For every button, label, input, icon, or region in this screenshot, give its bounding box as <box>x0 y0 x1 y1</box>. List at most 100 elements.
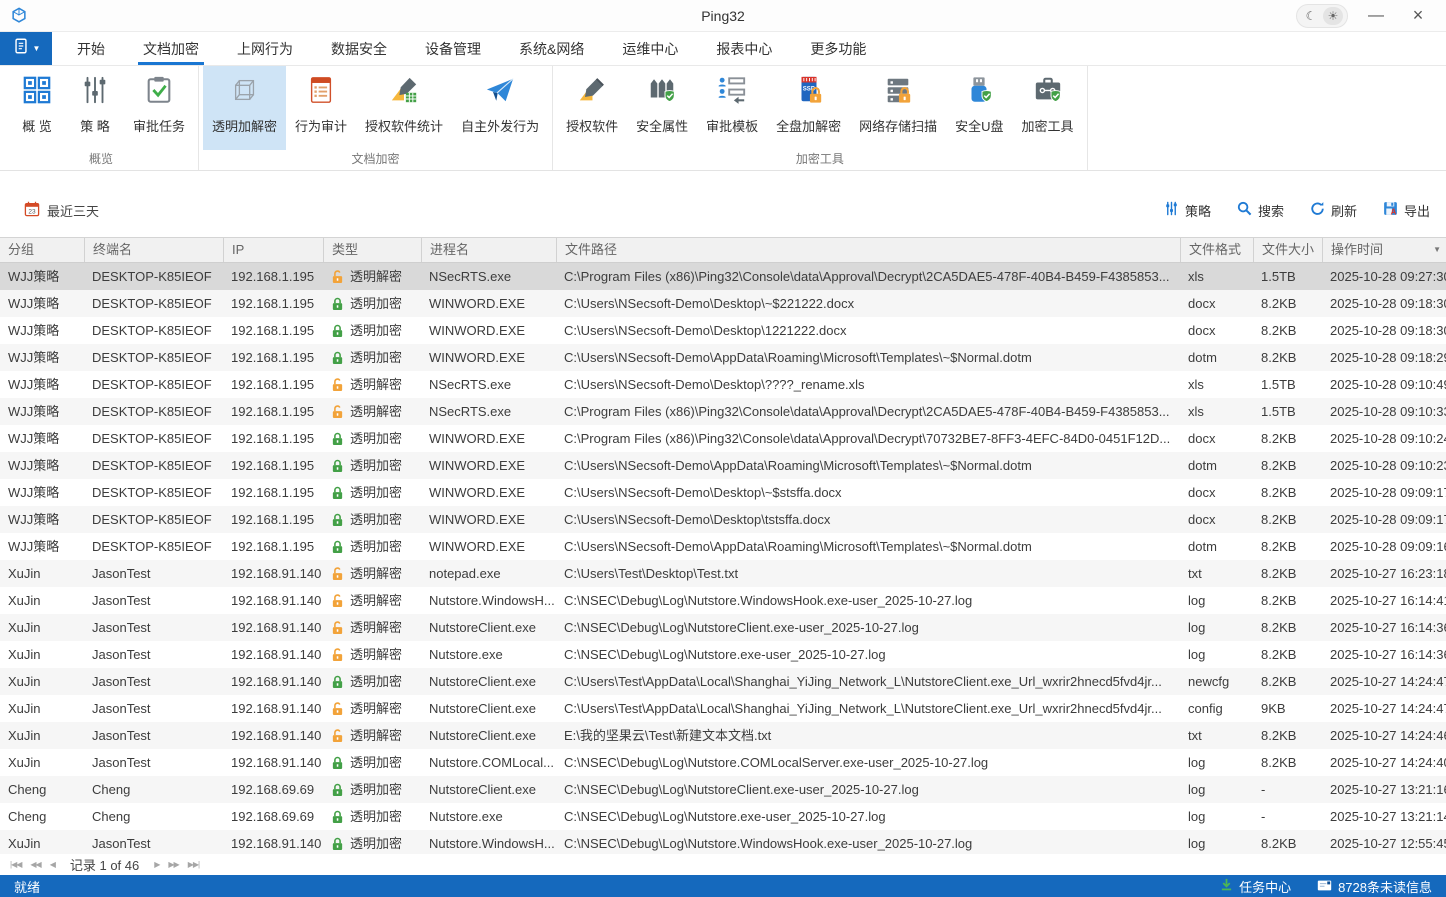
cell-format: log <box>1180 641 1253 668</box>
app-menu-icon <box>12 37 30 60</box>
cell-terminal: DESKTOP-K85IEOF <box>84 344 223 371</box>
cell-path: C:\NSEC\Debug\Log\Nutstore.WindowsHook.e… <box>556 587 1180 614</box>
type-label: 透明解密 <box>350 587 402 614</box>
table-body: WJJ策略DESKTOP-K85IEOF192.168.1.195透明解密NSe… <box>0 263 1446 854</box>
task-center-button[interactable]: 任务中心 <box>1220 877 1291 896</box>
table-row[interactable]: ChengCheng192.168.69.69透明加密Nutstore.exeC… <box>0 803 1446 830</box>
cell-format: newcfg <box>1180 668 1253 695</box>
unread-messages-button[interactable]: 8728条未读信息 <box>1317 877 1432 896</box>
menu-tab-more-features[interactable]: 更多功能 <box>791 32 885 65</box>
type-label: 透明加密 <box>350 803 402 830</box>
minimize-button[interactable]: — <box>1362 4 1390 28</box>
ribbon-button-transparent-encryption[interactable]: 透明加解密 <box>203 66 286 150</box>
close-button[interactable]: × <box>1404 4 1432 28</box>
page-next-button[interactable]: ▶ <box>154 860 159 869</box>
date-range-filter[interactable]: 23 最近三天 <box>24 201 99 220</box>
cell-ip: 192.168.69.69 <box>223 803 323 830</box>
page-fast-next-button[interactable]: ▶▶ <box>168 860 178 869</box>
ribbon-button-label: 安全属性 <box>636 116 688 135</box>
ribbon-button-behavior-audit[interactable]: 行为审计 <box>286 66 356 150</box>
table-row[interactable]: XuJinJasonTest192.168.91.140透明加密Nutstore… <box>0 749 1446 776</box>
table-row[interactable]: WJJ策略DESKTOP-K85IEOF192.168.1.195透明加密WIN… <box>0 317 1446 344</box>
column-header-terminal[interactable]: 终端名 <box>84 238 223 262</box>
ribbon-button-security-attributes[interactable]: 安全属性 <box>627 66 697 150</box>
cell-type: 透明解密 <box>323 560 421 587</box>
search-button[interactable]: 搜索 <box>1237 201 1284 220</box>
page-fast-prev-button[interactable]: ◀◀ <box>30 860 40 869</box>
table-row[interactable]: WJJ策略DESKTOP-K85IEOF192.168.1.195透明解密NSe… <box>0 263 1446 290</box>
ribbon-button-encryption-tools[interactable]: 加密工具 <box>1013 66 1083 150</box>
ribbon-group-label: 加密工具 <box>553 150 1086 170</box>
theme-toggle[interactable]: ☾ ☀ <box>1296 4 1348 28</box>
download-icon <box>1220 878 1233 894</box>
column-header-time[interactable]: 操作时间▼ <box>1322 238 1446 262</box>
ribbon-button-network-storage-scan[interactable]: 网络存储扫描 <box>850 66 946 150</box>
column-header-type[interactable]: 类型 <box>323 238 421 262</box>
cell-time: 2025-10-28 09:10:23 <box>1322 452 1446 479</box>
menu-tab-web-behavior[interactable]: 上网行为 <box>218 32 312 65</box>
column-header-process[interactable]: 进程名 <box>421 238 556 262</box>
ribbon-button-policy[interactable]: 策 略 <box>66 66 124 150</box>
page-last-button[interactable]: ▶▶| <box>188 860 199 869</box>
table-row[interactable]: XuJinJasonTest192.168.91.140透明解密Nutstore… <box>0 641 1446 668</box>
ribbon-button-full-disk-encryption[interactable]: SSD全盘加解密 <box>767 66 850 150</box>
table-row[interactable]: WJJ策略DESKTOP-K85IEOF192.168.1.195透明加密WIN… <box>0 290 1446 317</box>
column-header-size[interactable]: 文件大小 <box>1253 238 1322 262</box>
table-row[interactable]: WJJ策略DESKTOP-K85IEOF192.168.1.195透明加密WIN… <box>0 452 1446 479</box>
cell-ip: 192.168.91.140 <box>223 560 323 587</box>
approve-template-icon <box>717 75 747 110</box>
dark-mode-icon[interactable]: ☾ <box>1301 7 1321 25</box>
ribbon-button-approval-template[interactable]: 审批模板 <box>697 66 767 150</box>
ribbon-button-label: 概 览 <box>22 116 52 135</box>
table-row[interactable]: ChengCheng192.168.69.69透明加密NutstoreClien… <box>0 776 1446 803</box>
table-row[interactable]: WJJ策略DESKTOP-K85IEOF192.168.1.195透明加密WIN… <box>0 479 1446 506</box>
table-row[interactable]: XuJinJasonTest192.168.91.140透明解密Nutstore… <box>0 722 1446 749</box>
table-row[interactable]: WJJ策略DESKTOP-K85IEOF192.168.1.195透明加密WIN… <box>0 344 1446 371</box>
ribbon-button-authorized-software[interactable]: 授权软件 <box>557 66 627 150</box>
cell-time: 2025-10-27 16:14:41 <box>1322 587 1446 614</box>
cell-terminal: DESKTOP-K85IEOF <box>84 425 223 452</box>
refresh-button[interactable]: 刷新 <box>1310 201 1357 220</box>
lock-closed-icon <box>331 810 344 824</box>
table-row[interactable]: WJJ策略DESKTOP-K85IEOF192.168.1.195透明加密WIN… <box>0 425 1446 452</box>
table-row[interactable]: XuJinJasonTest192.168.91.140透明解密notepad.… <box>0 560 1446 587</box>
column-header-path[interactable]: 文件路径 <box>556 238 1180 262</box>
menu-tab-home[interactable]: 开始 <box>58 32 124 65</box>
light-mode-icon[interactable]: ☀ <box>1323 7 1343 25</box>
table-row[interactable]: XuJinJasonTest192.168.91.140透明加密Nutstore… <box>0 668 1446 695</box>
ribbon-button-approval-tasks[interactable]: 审批任务 <box>124 66 194 150</box>
table-row[interactable]: WJJ策略DESKTOP-K85IEOF192.168.1.195透明加密WIN… <box>0 506 1446 533</box>
ribbon-button-overview[interactable]: 概 览 <box>8 66 66 150</box>
sort-desc-icon[interactable]: ▼ <box>1433 238 1441 262</box>
menu-tab-ops-center[interactable]: 运维中心 <box>603 32 697 65</box>
cell-group: XuJin <box>0 560 84 587</box>
column-header-ip[interactable]: IP <box>223 238 323 262</box>
menu-tab-report-center[interactable]: 报表中心 <box>697 32 791 65</box>
cell-time: 2025-10-27 12:55:45 <box>1322 830 1446 854</box>
export-button[interactable]: A导出 <box>1383 201 1430 220</box>
table-row[interactable]: XuJinJasonTest192.168.91.140透明加密Nutstore… <box>0 830 1446 854</box>
policy-button[interactable]: 策略 <box>1164 201 1211 220</box>
ribbon-button-self-outgoing[interactable]: 自主外发行为 <box>452 66 548 150</box>
table-row[interactable]: XuJinJasonTest192.168.91.140透明解密Nutstore… <box>0 695 1446 722</box>
page-first-button[interactable]: |◀◀ <box>10 860 21 869</box>
column-header-format[interactable]: 文件格式 <box>1180 238 1253 262</box>
ribbon-button-authorized-software-stats[interactable]: 授权软件统计 <box>356 66 452 150</box>
menu-tab-data-security[interactable]: 数据安全 <box>312 32 406 65</box>
table-row[interactable]: WJJ策略DESKTOP-K85IEOF192.168.1.195透明加密WIN… <box>0 533 1446 560</box>
menu-tab-doc-encryption[interactable]: 文档加密 <box>124 32 218 65</box>
menu-tab-system-network[interactable]: 系统&网络 <box>500 32 603 65</box>
app-menu-button[interactable]: ▼ <box>0 32 52 65</box>
table-row[interactable]: XuJinJasonTest192.168.91.140透明解密Nutstore… <box>0 587 1446 614</box>
table-row[interactable]: XuJinJasonTest192.168.91.140透明解密Nutstore… <box>0 614 1446 641</box>
column-header-group[interactable]: 分组 <box>0 238 84 262</box>
table-row[interactable]: WJJ策略DESKTOP-K85IEOF192.168.1.195透明解密NSe… <box>0 371 1446 398</box>
page-prev-button[interactable]: ◀ <box>50 860 55 869</box>
cell-time: 2025-10-28 09:09:17 <box>1322 506 1446 533</box>
search-icon <box>1237 201 1252 219</box>
table-row[interactable]: WJJ策略DESKTOP-K85IEOF192.168.1.195透明解密NSe… <box>0 398 1446 425</box>
ribbon-group-doc-encryption: 透明加解密行为审计授权软件统计自主外发行为文档加密 <box>199 66 553 170</box>
menu-tab-device-management[interactable]: 设备管理 <box>406 32 500 65</box>
ribbon-button-secure-usb[interactable]: 安全U盘 <box>946 66 1012 150</box>
type-label: 透明加密 <box>350 533 402 560</box>
